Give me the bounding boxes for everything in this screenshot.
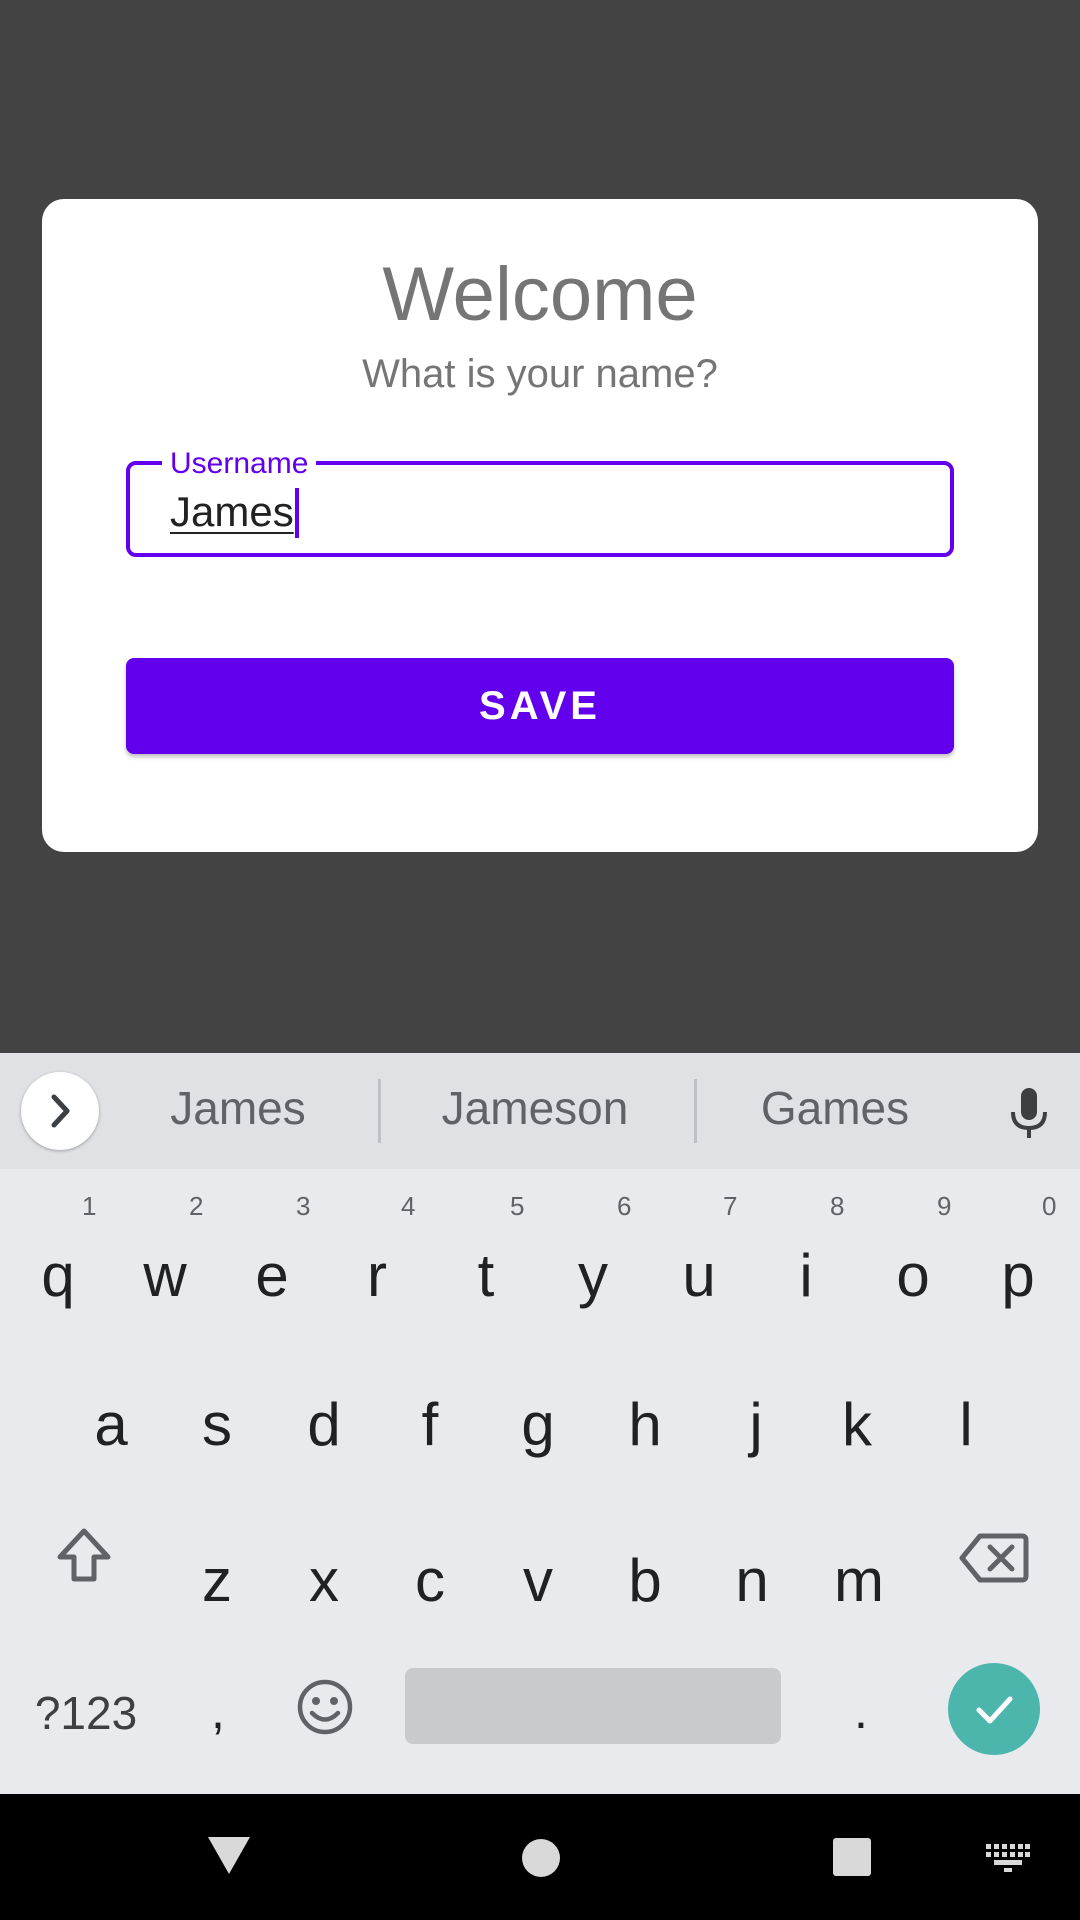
key-b[interactable]: b xyxy=(615,1551,675,1611)
suggestion-divider xyxy=(694,1079,697,1143)
system-nav-bar xyxy=(0,1794,1080,1920)
key-r[interactable]: r xyxy=(347,1246,407,1306)
key-t-number-hint: 5 xyxy=(510,1191,525,1221)
key-q-number-hint: 1 xyxy=(82,1191,97,1221)
suggestion-strip: James Jameson Games xyxy=(0,1053,1080,1169)
comma-key[interactable]: , xyxy=(188,1681,248,1741)
expand-toolbar-button[interactable] xyxy=(21,1072,99,1150)
key-i[interactable]: i xyxy=(776,1246,836,1306)
key-w-number-hint: 2 xyxy=(189,1191,204,1221)
key-p[interactable]: p xyxy=(988,1246,1048,1306)
save-button[interactable]: SAVE xyxy=(126,658,954,754)
key-z[interactable]: z xyxy=(187,1551,247,1611)
key-q[interactable]: q xyxy=(28,1246,88,1306)
username-input[interactable]: James xyxy=(170,489,294,535)
key-h[interactable]: h xyxy=(615,1395,675,1455)
key-e[interactable]: e xyxy=(242,1246,302,1306)
key-l[interactable]: l xyxy=(936,1395,996,1455)
key-p-number-hint: 0 xyxy=(1042,1191,1057,1221)
emoji-key[interactable] xyxy=(296,1678,354,1736)
username-field[interactable]: Username James xyxy=(126,447,954,557)
key-t[interactable]: t xyxy=(456,1246,516,1306)
key-y-number-hint: 6 xyxy=(617,1191,632,1221)
key-a[interactable]: a xyxy=(81,1395,141,1455)
emoji-icon xyxy=(297,1679,353,1735)
key-o-number-hint: 9 xyxy=(937,1191,952,1221)
shift-key[interactable] xyxy=(52,1523,116,1587)
chevron-right-icon xyxy=(51,1094,70,1128)
key-f[interactable]: f xyxy=(400,1395,460,1455)
soft-keyboard: James Jameson Games q 1 w 2 e 3 r 4 t 5 y 6 u 7 i 8 o 9 p 0… xyxy=(0,1053,1080,1794)
key-c[interactable]: c xyxy=(400,1551,460,1611)
username-label: Username xyxy=(162,447,317,481)
back-triangle-icon[interactable] xyxy=(206,1834,252,1876)
suggestion-2[interactable]: Jameson xyxy=(425,1081,645,1135)
key-g[interactable]: g xyxy=(508,1395,568,1455)
backspace-key[interactable] xyxy=(958,1530,1030,1586)
key-j[interactable]: j xyxy=(726,1395,786,1455)
key-k[interactable]: k xyxy=(827,1395,887,1455)
dialog-subtitle: What is your name? xyxy=(362,352,718,396)
suggestion-divider xyxy=(378,1079,381,1143)
dialog-title: Welcome xyxy=(382,252,698,337)
key-i-number-hint: 8 xyxy=(830,1191,845,1221)
key-o[interactable]: o xyxy=(883,1246,943,1306)
microphone-icon[interactable] xyxy=(1005,1086,1053,1140)
key-w[interactable]: w xyxy=(135,1246,195,1306)
key-d[interactable]: d xyxy=(294,1395,354,1455)
key-n[interactable]: n xyxy=(722,1551,782,1611)
key-y[interactable]: y xyxy=(563,1246,623,1306)
home-circle-icon[interactable] xyxy=(521,1838,561,1878)
space-key[interactable] xyxy=(405,1668,781,1744)
key-r-number-hint: 4 xyxy=(401,1191,416,1221)
key-s[interactable]: s xyxy=(187,1395,247,1455)
recents-square-icon[interactable] xyxy=(832,1837,872,1877)
suggestion-3[interactable]: Games xyxy=(740,1081,930,1135)
key-u[interactable]: u xyxy=(669,1246,729,1306)
enter-key[interactable] xyxy=(948,1663,1040,1755)
key-e-number-hint: 3 xyxy=(296,1191,311,1221)
key-x[interactable]: x xyxy=(294,1551,354,1611)
key-v[interactable]: v xyxy=(508,1551,568,1611)
check-icon xyxy=(976,1696,1013,1724)
welcome-dialog: Welcome What is your name? Username Jame… xyxy=(42,199,1038,852)
text-cursor xyxy=(295,488,299,538)
key-u-number-hint: 7 xyxy=(723,1191,738,1221)
suggestion-1[interactable]: James xyxy=(148,1081,328,1135)
keyboard-switch-icon[interactable] xyxy=(986,1844,1030,1872)
period-key[interactable]: . xyxy=(831,1681,891,1741)
backspace-icon xyxy=(959,1533,1029,1583)
shift-icon xyxy=(57,1528,111,1582)
symbols-key[interactable]: ?123 xyxy=(28,1683,144,1743)
key-m[interactable]: m xyxy=(829,1551,889,1611)
